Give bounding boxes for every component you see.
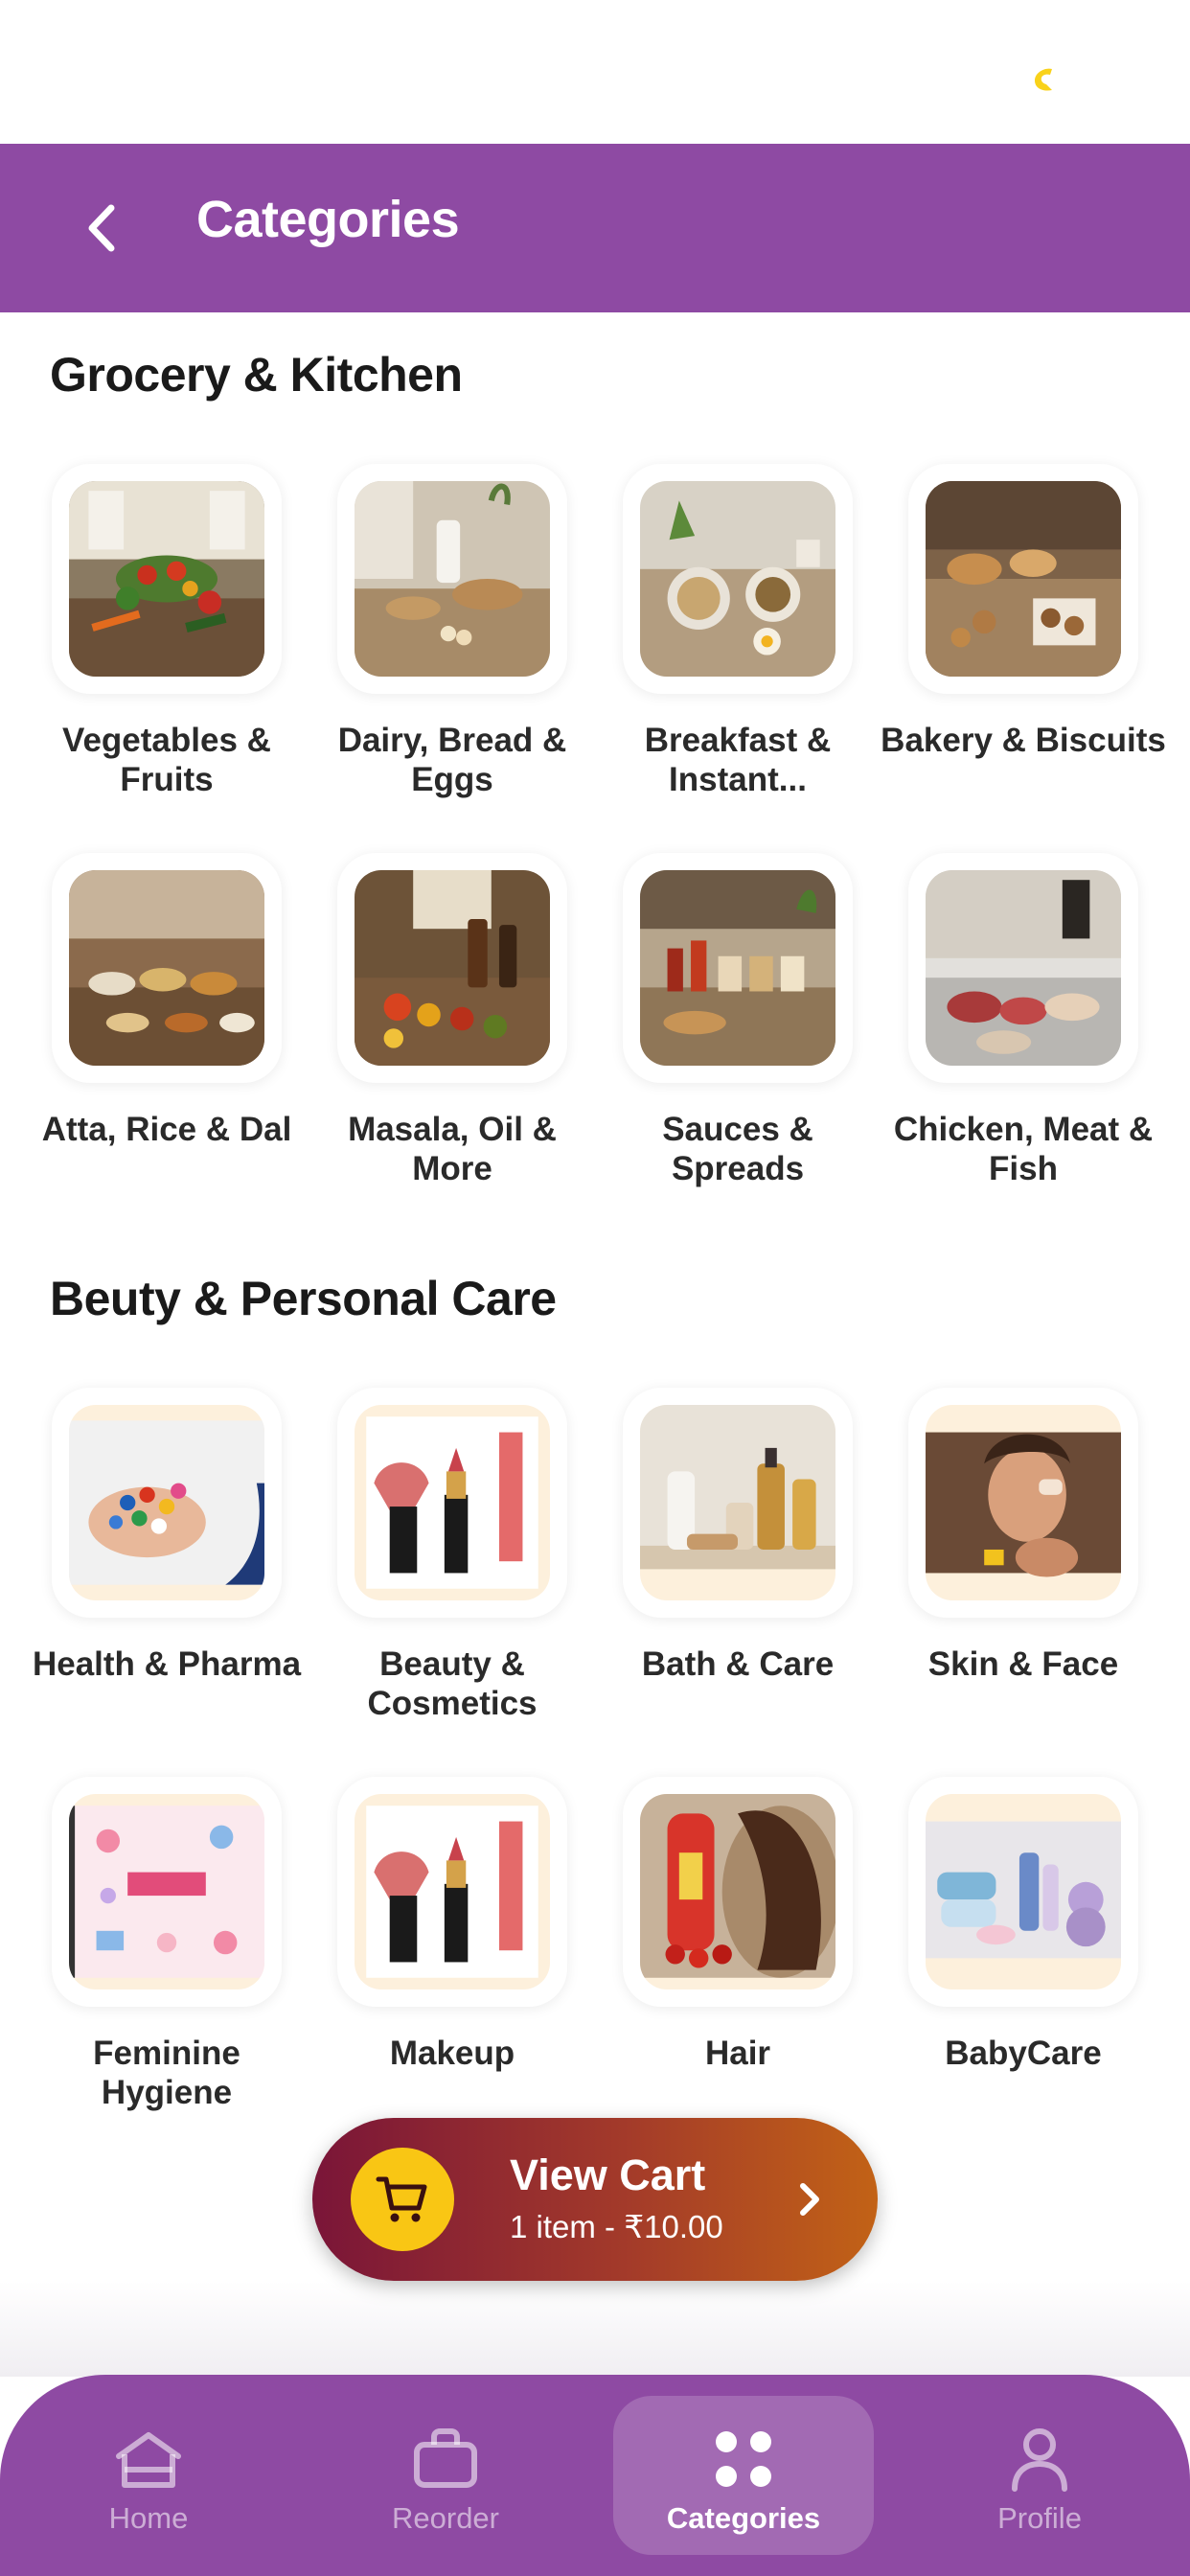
category-image: [52, 1777, 282, 2007]
back-button[interactable]: [67, 192, 136, 264]
category-image: [623, 464, 853, 694]
category-label: Atta, Rice & Dal: [41, 1111, 292, 1148]
category-image: [52, 1388, 282, 1618]
category-label: Beauty & Cosmetics: [367, 1645, 538, 1722]
category-sauces-spreads[interactable]: Sauces & Spreads: [595, 853, 881, 1188]
health-image: [69, 1405, 264, 1600]
category-dairy-bread-eggs[interactable]: Dairy, Bread & Eggs: [309, 464, 595, 799]
section-title-beauty: Beuty & Personal Care: [50, 1272, 557, 1325]
category-feminine-hygiene[interactable]: Feminine Hygiene: [24, 1777, 309, 2112]
category-label: Sauces & Spreads: [662, 1111, 813, 1187]
category-image: [908, 1777, 1138, 2007]
dairy-image: [355, 481, 550, 677]
category-image: [337, 853, 567, 1083]
category-image: [337, 1388, 567, 1618]
category-image: [52, 464, 282, 694]
chevron-right-icon: [784, 2174, 835, 2225]
bottom-fade: [0, 2281, 1190, 2377]
category-image: [908, 1388, 1138, 1618]
category-label: Bath & Care: [641, 1645, 835, 1683]
sauces-image: [640, 870, 835, 1066]
home-icon: [112, 2423, 185, 2496]
category-hair[interactable]: Hair: [595, 1777, 881, 2073]
page-title: Categories: [196, 191, 460, 248]
category-image: [908, 464, 1138, 694]
hair-image: [640, 1794, 835, 1990]
category-image: [337, 464, 567, 694]
category-image: [623, 853, 853, 1083]
category-breakfast-instant[interactable]: Breakfast & Instant...: [595, 464, 881, 799]
category-image: [337, 1777, 567, 2007]
section-title-grocery: Grocery & Kitchen: [50, 348, 463, 402]
nav-label: Home: [108, 2501, 189, 2535]
bath-image: [640, 1405, 835, 1600]
babycare-image: [926, 1794, 1121, 1990]
category-skin-face[interactable]: Skin & Face: [881, 1388, 1166, 1684]
category-label: Masala, Oil & More: [348, 1111, 557, 1187]
category-label: Vegetables & Fruits: [62, 722, 271, 798]
category-label: Bakery & Biscuits: [881, 722, 1166, 759]
status-bar: [0, 0, 1190, 144]
category-label: Health & Pharma: [32, 1645, 302, 1683]
nav-label: Reorder: [392, 2501, 499, 2535]
category-label: BabyCare: [945, 2035, 1102, 2072]
nav-label: Categories: [666, 2501, 821, 2535]
bakery-image: [926, 481, 1121, 677]
cart-title: View Cart: [510, 2150, 706, 2199]
app-header: Categories: [0, 144, 1190, 312]
category-atta-rice-dal[interactable]: Atta, Rice & Dal: [24, 853, 309, 1149]
category-label: Hair: [704, 2035, 771, 2072]
nav-profile[interactable]: Profile: [963, 2396, 1116, 2555]
nav-reorder[interactable]: Reorder: [364, 2396, 527, 2555]
hygiene-image: [69, 1794, 264, 1990]
category-babycare[interactable]: BabyCare: [881, 1777, 1166, 2073]
category-health-pharma[interactable]: Health & Pharma: [24, 1388, 309, 1684]
view-cart-button[interactable]: View Cart 1 item - ₹10.00: [312, 2118, 878, 2281]
category-label: Feminine Hygiene: [93, 2035, 240, 2111]
category-masala-oil[interactable]: Masala, Oil & More: [309, 853, 595, 1188]
makeup-image: [355, 1794, 550, 1990]
skin-image: [926, 1405, 1121, 1600]
chevron-left-icon: [88, 204, 115, 252]
masala-image: [355, 870, 550, 1066]
category-makeup[interactable]: Makeup: [309, 1777, 595, 2073]
nav-categories[interactable]: Categories: [613, 2396, 874, 2555]
category-label: Breakfast & Instant...: [644, 722, 832, 798]
cart-icon-badge: [351, 2148, 454, 2251]
atta-image: [69, 870, 264, 1066]
category-beauty-cosmetics[interactable]: Beauty & Cosmetics: [309, 1388, 595, 1723]
vegetables-image: [69, 481, 264, 677]
category-bath-care[interactable]: Bath & Care: [595, 1388, 881, 1684]
category-label: Dairy, Bread & Eggs: [337, 722, 567, 798]
cosmetics-image: [355, 1405, 550, 1600]
category-chicken-meat-fish[interactable]: Chicken, Meat & Fish: [881, 853, 1166, 1188]
category-image: [623, 1777, 853, 2007]
category-vegetables-fruits[interactable]: Vegetables & Fruits: [24, 464, 309, 799]
categories-icon: [707, 2423, 780, 2496]
nav-label: Profile: [997, 2501, 1082, 2535]
cart-icon: [376, 2176, 427, 2222]
bottom-nav: Home Reorder Categories Profile: [0, 2375, 1190, 2576]
category-label: Makeup: [389, 2035, 515, 2072]
profile-icon: [1003, 2423, 1076, 2496]
category-bakery-biscuits[interactable]: Bakery & Biscuits: [881, 464, 1166, 760]
category-label: Chicken, Meat & Fish: [893, 1111, 1154, 1187]
breakfast-image: [640, 481, 835, 677]
nav-home[interactable]: Home: [72, 2396, 225, 2555]
category-image: [623, 1388, 853, 1618]
category-image: [52, 853, 282, 1083]
status-indicator-icon: [1035, 68, 1052, 91]
category-image: [908, 853, 1138, 1083]
category-label: Skin & Face: [927, 1645, 1119, 1683]
meat-image: [926, 870, 1121, 1066]
cart-summary: 1 item - ₹10.00: [510, 2209, 723, 2244]
bag-icon: [409, 2423, 482, 2496]
